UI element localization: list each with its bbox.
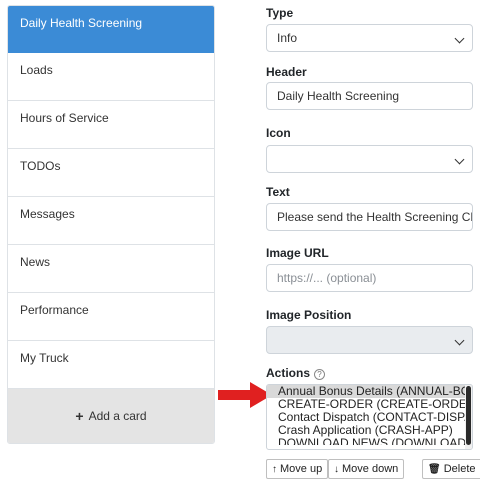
trash-icon: 🗑 [428, 464, 441, 475]
actions-option-contact-dispatch[interactable]: Contact Dispatch (CONTACT-DISPATC [267, 411, 472, 424]
card-item-my-truck[interactable]: My Truck [8, 341, 214, 389]
arrow-down-icon: ↓ [334, 464, 339, 475]
image-position-select[interactable] [266, 326, 473, 354]
icon-label: Icon [266, 126, 291, 140]
chevron-down-icon [454, 33, 465, 44]
image-position-label: Image Position [266, 308, 352, 322]
type-value: Info [277, 31, 298, 45]
actions-label-row: Actions? [266, 366, 326, 380]
scrollbar-thumb[interactable] [466, 386, 471, 445]
card-item-messages[interactable]: Messages [8, 197, 214, 245]
help-icon[interactable]: ? [314, 369, 326, 380]
icon-select[interactable] [266, 145, 473, 173]
actions-label: Actions [266, 366, 311, 380]
move-up-button[interactable]: ↑ Move up [266, 459, 329, 479]
card-item-loads[interactable]: Loads [8, 53, 214, 101]
actions-scrollbar[interactable] [465, 385, 472, 449]
move-down-label: Move down [342, 463, 399, 475]
move-down-button[interactable]: ↓ Move down [328, 459, 405, 479]
text-input[interactable]: Please send the Health Screening Che [266, 203, 473, 231]
add-card-label: Add a card [88, 409, 147, 423]
card-item-news[interactable]: News [8, 245, 214, 293]
image-url-label: Image URL [266, 246, 329, 260]
chevron-down-icon [454, 335, 465, 346]
move-up-label: Move up [280, 463, 323, 475]
text-value: Please send the Health Screening Che [277, 210, 473, 224]
type-label: Type [266, 6, 294, 20]
header-input[interactable]: Daily Health Screening [266, 82, 473, 110]
image-url-input[interactable]: https://... (optional) [266, 264, 473, 292]
header-value: Daily Health Screening [277, 89, 400, 103]
delete-label: Delete [443, 463, 476, 475]
text-label: Text [266, 185, 290, 199]
actions-option-crash-application[interactable]: Crash Application (CRASH-APP) [267, 424, 472, 437]
actions-option-create-order[interactable]: CREATE-ORDER (CREATE-ORDER) [267, 398, 472, 411]
plus-icon: + [75, 408, 84, 424]
header-label: Header [266, 65, 307, 79]
image-url-placeholder: https://... (optional) [277, 271, 377, 285]
delete-button[interactable]: 🗑 Delete [422, 459, 480, 479]
card-item-hours-of-service[interactable]: Hours of Service [8, 101, 214, 149]
type-select[interactable]: Info [266, 24, 473, 52]
actions-option-download-news[interactable]: DOWNLOAD NEWS (DOWNLOAD-NE [267, 437, 472, 445]
card-item-daily-health-screening[interactable]: Daily Health Screening [8, 6, 214, 53]
card-item-todos[interactable]: TODOs [8, 149, 214, 197]
card-list: Daily Health Screening Loads Hours of Se… [7, 5, 215, 444]
actions-listbox[interactable]: Annual Bonus Details (ANNUAL-BONU CREATE… [266, 384, 473, 450]
chevron-down-icon [454, 154, 465, 165]
actions-option-annual-bonus[interactable]: Annual Bonus Details (ANNUAL-BONU [267, 385, 472, 398]
card-item-performance[interactable]: Performance [8, 293, 214, 341]
add-card-button[interactable]: + Add a card [8, 389, 214, 443]
arrow-up-icon: ↑ [272, 464, 277, 475]
